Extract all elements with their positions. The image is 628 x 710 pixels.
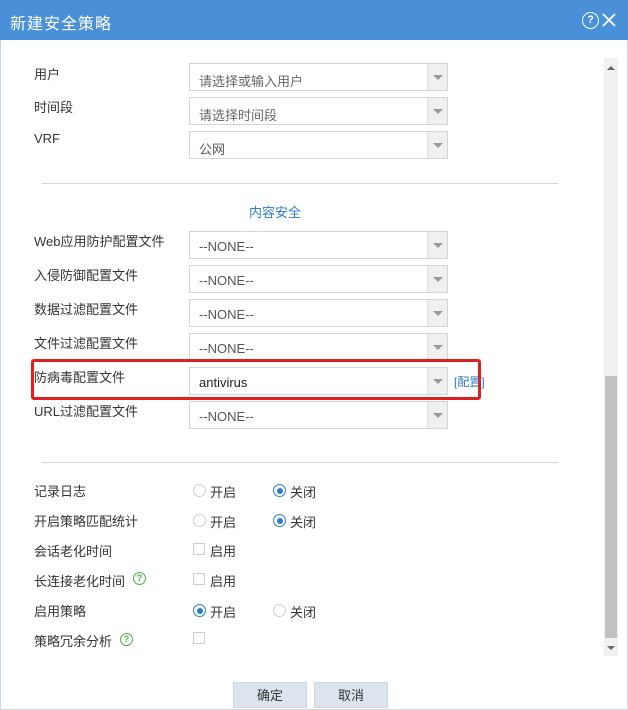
session-aging-checkbox[interactable] xyxy=(193,543,205,555)
help-icon[interactable]: ? xyxy=(133,572,146,585)
chevron-down-icon[interactable] xyxy=(427,98,447,124)
vrf-value: 公网 xyxy=(199,142,226,157)
long-conn-aging-checkbox[interactable] xyxy=(193,573,205,585)
chevron-down-icon[interactable] xyxy=(427,334,447,360)
chevron-down-icon[interactable] xyxy=(427,132,447,158)
log-off-radio[interactable] xyxy=(273,484,286,497)
dialog-titlebar: 新建安全策略 ? xyxy=(0,0,628,40)
time-range-placeholder: 请选择时间段 xyxy=(199,108,278,123)
scroll-down-icon[interactable] xyxy=(607,646,615,650)
divider xyxy=(42,183,558,184)
url-filter-select[interactable]: --NONE-- xyxy=(189,401,448,429)
ips-profile-select[interactable]: --NONE-- xyxy=(189,265,448,293)
time-range-select[interactable]: 请选择时间段 xyxy=(189,97,448,125)
match-stats-off-radio[interactable] xyxy=(273,514,286,527)
divider xyxy=(42,462,558,463)
antivirus-profile-value: antivirus xyxy=(199,375,248,390)
chevron-down-icon[interactable] xyxy=(427,232,447,258)
time-range-label: 时间段 xyxy=(34,100,74,115)
enable-policy-on-radio[interactable] xyxy=(193,604,206,617)
user-select[interactable]: 请选择或输入用户 xyxy=(189,63,448,91)
cancel-button[interactable]: 取消 xyxy=(314,682,388,708)
data-filter-select[interactable]: --NONE-- xyxy=(189,299,448,327)
match-stats-on-radio[interactable] xyxy=(193,514,206,527)
waf-profile-value: --NONE-- xyxy=(199,239,254,254)
file-filter-label: 文件过滤配置文件 xyxy=(34,336,139,351)
log-off-label: 关闭 xyxy=(290,485,317,500)
data-filter-value: --NONE-- xyxy=(199,307,254,322)
session-aging-enable-label: 启用 xyxy=(210,544,237,559)
vrf-select[interactable]: 公网 xyxy=(189,131,448,159)
enable-policy-off-label: 关闭 xyxy=(290,605,317,620)
enable-policy-on-label: 开启 xyxy=(210,605,237,620)
match-stats-label: 开启策略匹配统计 xyxy=(34,514,139,529)
log-on-radio[interactable] xyxy=(193,484,206,497)
scroll-up-icon[interactable] xyxy=(607,66,615,70)
file-filter-select[interactable]: --NONE-- xyxy=(189,333,448,361)
dialog-title: 新建安全策略 xyxy=(10,16,113,33)
antivirus-profile-label: 防病毒配置文件 xyxy=(34,370,126,385)
chevron-down-icon[interactable] xyxy=(427,266,447,292)
waf-profile-label: Web应用防护配置文件 xyxy=(34,234,165,249)
help-icon[interactable]: ? xyxy=(582,12,599,29)
log-on-label: 开启 xyxy=(210,485,237,500)
ips-profile-value: --NONE-- xyxy=(199,273,254,288)
scrollbar[interactable] xyxy=(604,58,618,656)
help-icon[interactable]: ? xyxy=(120,633,133,646)
user-select-placeholder: 请选择或输入用户 xyxy=(199,74,304,89)
user-label: 用户 xyxy=(34,67,61,82)
antivirus-profile-select[interactable]: antivirus xyxy=(189,367,448,395)
enable-policy-off-radio[interactable] xyxy=(273,604,286,617)
long-conn-aging-label: 长连接老化时间 xyxy=(34,574,126,589)
close-icon[interactable] xyxy=(600,11,618,29)
match-stats-off-label: 关闭 xyxy=(290,515,317,530)
url-filter-value: --NONE-- xyxy=(199,409,254,424)
redundancy-analysis-label: 策略冗余分析 xyxy=(34,634,113,649)
session-aging-label: 会话老化时间 xyxy=(34,544,113,559)
url-filter-label: URL过滤配置文件 xyxy=(34,404,139,419)
content-security-title: 内容安全 xyxy=(249,205,302,220)
waf-profile-select[interactable]: --NONE-- xyxy=(189,231,448,259)
redundancy-analysis-checkbox[interactable] xyxy=(193,632,205,644)
chevron-down-icon[interactable] xyxy=(427,300,447,326)
scrollbar-thumb[interactable] xyxy=(605,376,617,638)
file-filter-value: --NONE-- xyxy=(199,341,254,356)
antivirus-config-link[interactable]: [配置] xyxy=(454,373,485,390)
data-filter-label: 数据过滤配置文件 xyxy=(34,302,139,317)
enable-policy-label: 启用策略 xyxy=(34,604,87,619)
chevron-down-icon[interactable] xyxy=(427,402,447,428)
chevron-down-icon[interactable] xyxy=(427,368,447,394)
match-stats-on-label: 开启 xyxy=(210,515,237,530)
log-label: 记录日志 xyxy=(34,484,87,499)
ips-profile-label: 入侵防御配置文件 xyxy=(34,268,139,283)
long-conn-aging-enable-label: 启用 xyxy=(210,574,237,589)
chevron-down-icon[interactable] xyxy=(427,64,447,90)
vrf-label: VRF xyxy=(34,131,60,146)
confirm-button[interactable]: 确定 xyxy=(233,682,307,708)
